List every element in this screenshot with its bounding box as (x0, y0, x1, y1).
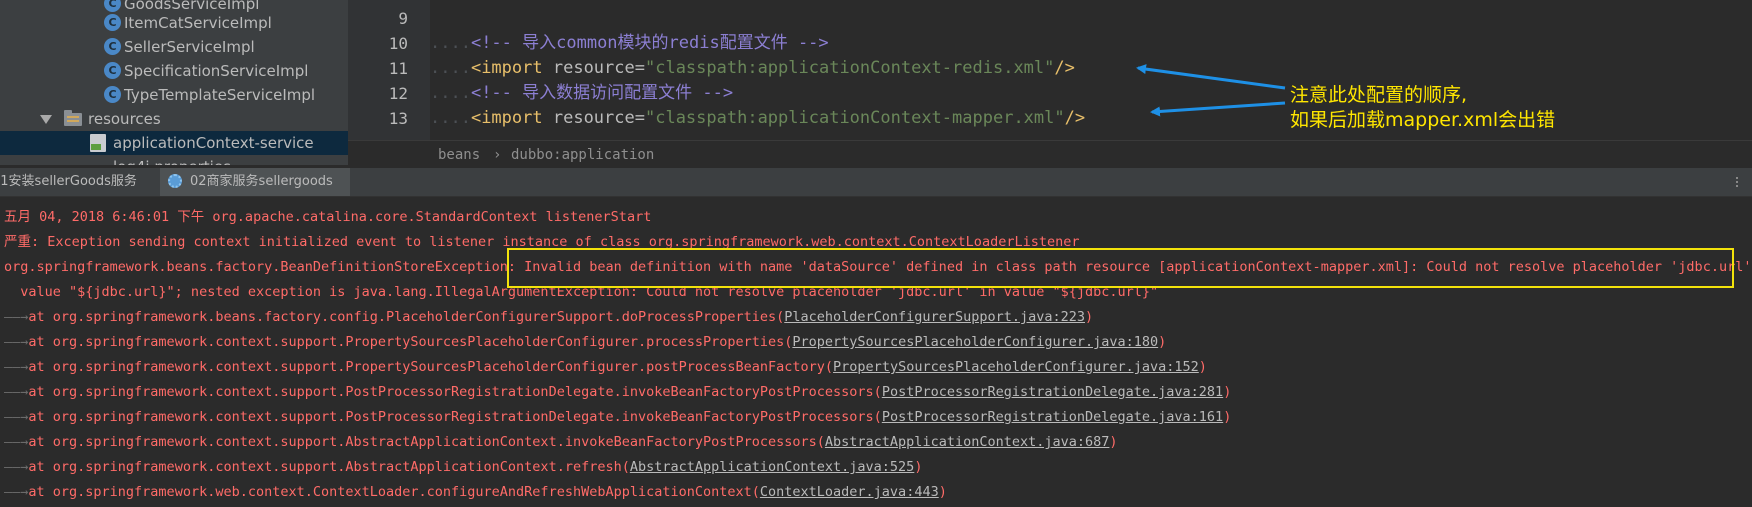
breadcrumb-item-dubbo-application[interactable]: dubbo:application (511, 145, 654, 165)
source-link[interactable]: PostProcessorRegistrationDelegate.java:1… (882, 409, 1223, 425)
annotation-note: 注意此处配置的顺序, 如果后加载mapper.xml会出错 (1290, 83, 1555, 133)
code-line-10: ....<!-- 导入common模块的redis配置文件 --> (430, 33, 829, 53)
source-link[interactable]: AbstractApplicationContext.java:525 (630, 459, 914, 475)
stack-frame: ——→at org.springframework.context.suppor… (4, 409, 1232, 425)
source-link[interactable]: PlaceholderConfigurerSupport.java:223 (784, 309, 1085, 325)
class-icon: C (104, 14, 121, 31)
line-number: 9 (398, 9, 408, 28)
stack-frame: ——→at org.springframework.beans.factory.… (4, 309, 1094, 325)
stack-frame: ——→at org.springframework.web.context.Co… (4, 484, 947, 500)
source-link[interactable]: ContextLoader.java:443 (760, 484, 939, 500)
class-icon: C (104, 38, 121, 55)
stack-frame: ——→at org.springframework.context.suppor… (4, 334, 1167, 350)
class-icon: C (104, 86, 121, 103)
source-link[interactable]: AbstractApplicationContext.java:687 (825, 434, 1109, 450)
console-line-exception: org.springframework.beans.factory.BeanDe… (4, 255, 1752, 280)
code-line-12: ....<!-- 导入数据访问配置文件 --> (430, 83, 734, 103)
console-line-exception-cont: value "${jdbc.url}"; nested exception is… (4, 284, 1159, 300)
annotation-line: 如果后加载mapper.xml会出错 (1290, 109, 1556, 131)
line-number: 11 (388, 59, 408, 78)
stack-frame: ——→at org.springframework.context.suppor… (4, 459, 923, 475)
stack-frame: ——→at org.springframework.context.suppor… (4, 384, 1232, 400)
tree-item-label: applicationContext-service (113, 134, 314, 152)
source-link[interactable]: PropertySourcesPlaceholderConfigurer.jav… (833, 359, 1199, 375)
line-number-gutter: 9 10 11 12 13 (348, 0, 430, 140)
tree-item-label: TypeTemplateServiceImpl (124, 86, 316, 104)
exception-class: org.springframework.beans.factory.BeanDe… (4, 259, 517, 275)
class-icon: C (104, 0, 121, 12)
tree-item-label: SpecificationServiceImpl (124, 62, 309, 80)
run-tool-tabs: 01安装sellerGoods服务 02商家服务sellergoods (0, 168, 1752, 197)
project-tree: C GoodsServiceImpl C ItemCatServiceImpl … (0, 0, 348, 165)
console-line-severe: 严重: Exception sending context initialize… (4, 234, 1080, 250)
tree-item-label: SellerServiceImpl (124, 38, 255, 56)
expand-arrow-icon[interactable] (40, 115, 52, 124)
source-link[interactable]: PropertySourcesPlaceholderConfigurer.jav… (792, 334, 1158, 350)
line-number: 10 (388, 34, 408, 53)
line-number: 13 (388, 109, 408, 128)
console-output[interactable]: 五月 04, 2018 6:46:01 下午 org.apache.catali… (0, 197, 1752, 507)
tree-item-label: ItemCatServiceImpl (124, 14, 272, 32)
breadcrumb-separator: › (493, 147, 502, 163)
code-line-11: ....<import resource="classpath:applicat… (430, 58, 1075, 78)
drag-handle-icon[interactable] (1736, 177, 1746, 187)
breadcrumb-item-beans[interactable]: beans (438, 145, 480, 165)
console-line-timestamp: 五月 04, 2018 6:46:01 下午 org.apache.catali… (4, 209, 652, 225)
exception-message: Invalid bean definition with name 'dataS… (516, 259, 1752, 275)
line-number: 12 (388, 84, 408, 103)
editor-breadcrumb: beans › dubbo:application (348, 140, 1752, 169)
run-tab-label: 01安装sellerGoods服务 (0, 174, 137, 189)
gear-icon (168, 174, 182, 188)
tree-item-label: resources (88, 110, 161, 128)
source-link[interactable]: PostProcessorRegistrationDelegate.java:2… (882, 384, 1223, 400)
tree-item-label: log4j.properties (113, 155, 231, 165)
run-tab-label: 02商家服务sellergoods (190, 174, 333, 189)
annotation-line: 注意此处配置的顺序, (1290, 84, 1468, 106)
stack-frame: ——→at org.springframework.context.suppor… (4, 434, 1118, 450)
run-tab-seller-service[interactable]: 02商家服务sellergoods (160, 168, 350, 196)
run-tab-install-sellergoods[interactable]: 01安装sellerGoods服务 (0, 168, 152, 196)
tree-item-application-context-service[interactable]: applicationContext-service (0, 131, 348, 155)
class-icon: C (104, 62, 121, 79)
stack-frame: ——→at org.springframework.context.suppor… (4, 359, 1207, 375)
xml-file-icon (90, 134, 106, 152)
code-line-13: ....<import resource="classpath:applicat… (430, 108, 1086, 128)
resources-folder-icon (64, 110, 82, 126)
